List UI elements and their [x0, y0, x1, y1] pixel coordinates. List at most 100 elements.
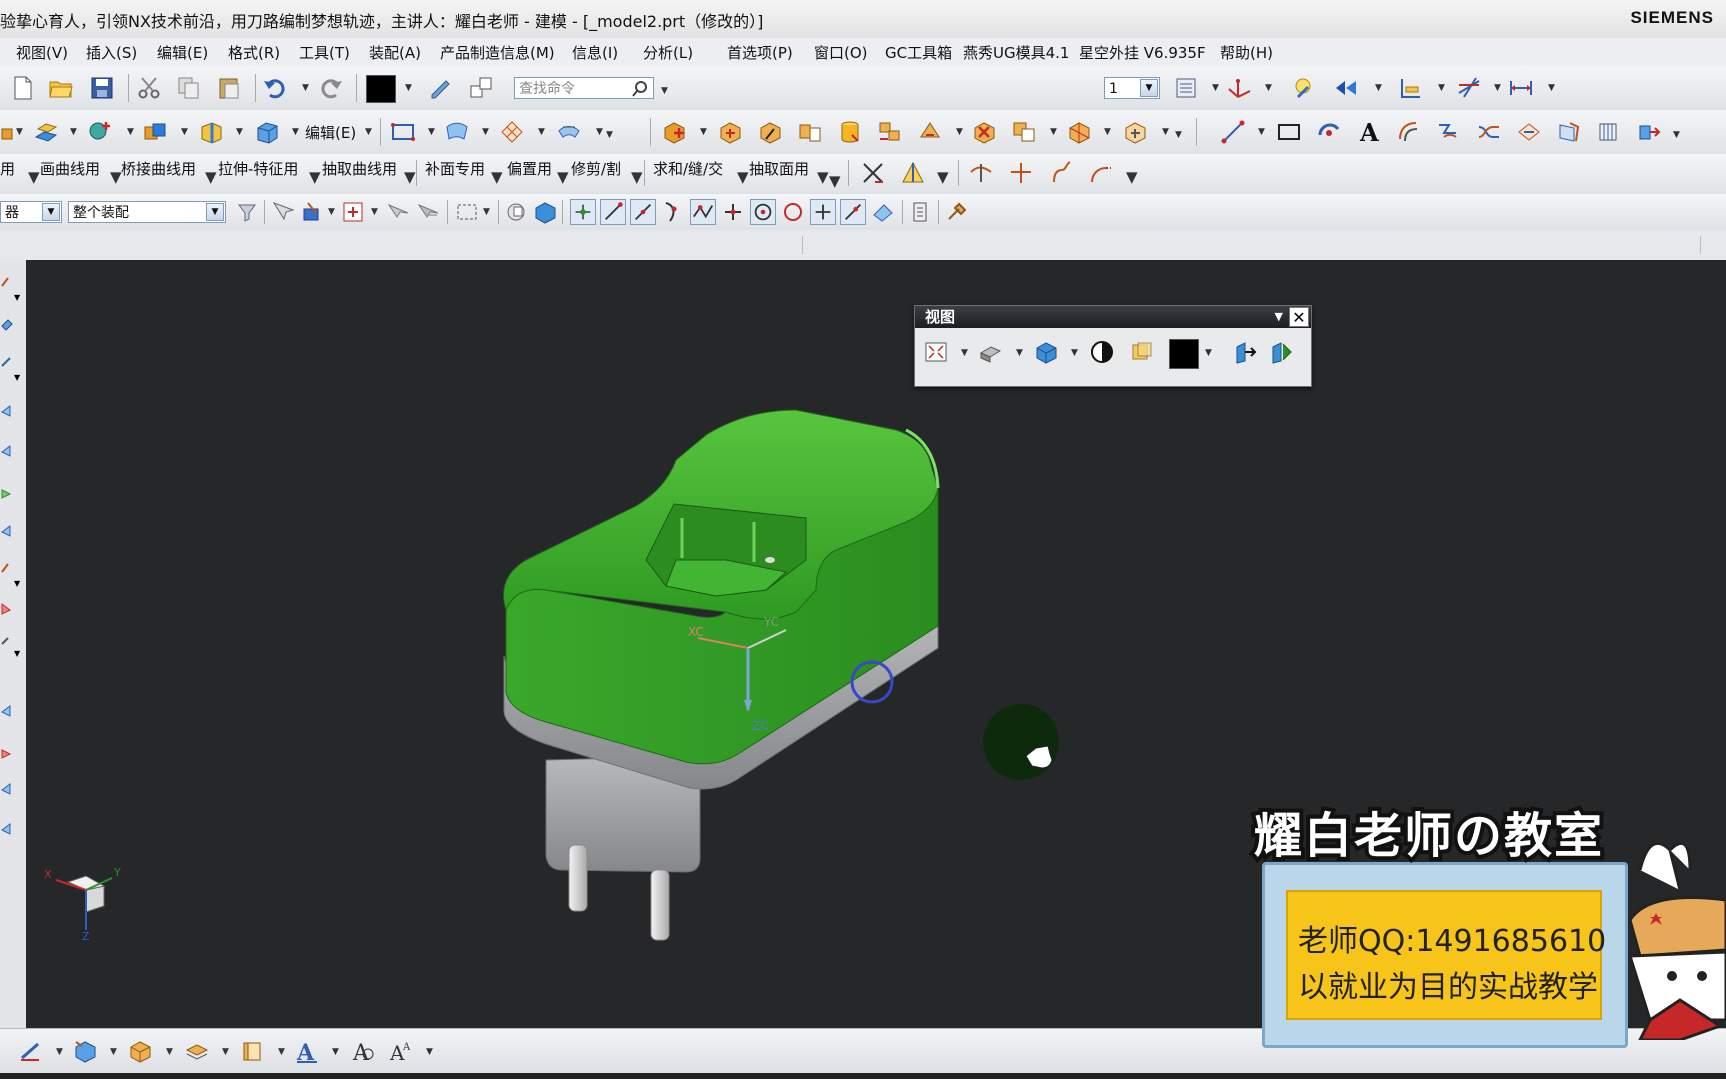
- shell-icon[interactable]: [198, 119, 224, 145]
- book-icon[interactable]: [240, 1038, 266, 1064]
- extract-curve-icon[interactable]: [1636, 119, 1662, 145]
- group-extract-curve-dropdown-arrow[interactable]: ▼: [404, 168, 416, 186]
- bridge-curve-icon[interactable]: [1476, 119, 1502, 145]
- group-patch-dropdown-arrow[interactable]: ▼: [491, 168, 503, 186]
- menu-help[interactable]: 帮助(H): [1220, 42, 1273, 63]
- close-button[interactable]: ✕: [1289, 307, 1309, 327]
- orientation-dropdown-arrow[interactable]: ▼: [1016, 348, 1023, 358]
- redo-icon[interactable]: [318, 75, 344, 101]
- copy-icon[interactable]: [176, 75, 202, 101]
- measure-dropdown-arrow[interactable]: ▼: [1438, 83, 1445, 93]
- clip-section-icon[interactable]: [1269, 339, 1295, 365]
- divide-curve-icon[interactable]: [1008, 160, 1034, 186]
- datum-dropdown-arrow[interactable]: ▼: [127, 127, 134, 137]
- group-unite-sew-intersect-menu[interactable]: 求和/缝/交: [653, 158, 723, 179]
- divide-face-icon[interactable]: [860, 160, 886, 186]
- curve-edit-dropdown-arrow[interactable]: ▼: [1126, 168, 1138, 186]
- arc-center-icon[interactable]: [720, 199, 746, 225]
- panel-options-arrow[interactable]: ▼: [1275, 306, 1283, 328]
- fillet-curve-icon[interactable]: [1048, 160, 1074, 186]
- point-on-face-icon[interactable]: [870, 199, 896, 225]
- group-offset-dropdown-arrow[interactable]: ▼: [557, 168, 569, 186]
- group-draw-curve-menu[interactable]: 画曲线用: [40, 158, 100, 179]
- toolbar2-overflow-arrow[interactable]: ▼: [606, 130, 613, 140]
- menu-insert[interactable]: 插入(S): [86, 42, 137, 63]
- group-bridge-curve-dropdown-arrow[interactable]: ▼: [205, 168, 217, 186]
- rectangle-icon[interactable]: [1276, 119, 1302, 145]
- menu-view[interactable]: 视图(V): [16, 42, 68, 63]
- chevron-down-icon[interactable]: ▼: [42, 203, 60, 221]
- snap-settings-icon[interactable]: [504, 199, 530, 225]
- mirror-assembly-icon[interactable]: [797, 119, 823, 145]
- add-component-dropdown-arrow[interactable]: ▼: [700, 127, 707, 137]
- dimension-dropdown-arrow[interactable]: ▼: [1548, 83, 1555, 93]
- sketch-dropdown-arrow[interactable]: ▼: [428, 127, 435, 137]
- group-unite-dropdown-arrow[interactable]: ▼: [737, 168, 749, 186]
- menu-edit[interactable]: 编辑(E): [157, 42, 208, 63]
- project-curve-icon[interactable]: [1436, 119, 1462, 145]
- search-dropdown-arrow[interactable]: ▼: [661, 86, 668, 96]
- layer-dropdown-arrow[interactable]: ▼: [1212, 83, 1219, 93]
- text-style-icon[interactable]: A: [294, 1038, 320, 1064]
- surface-icon[interactable]: [444, 119, 470, 145]
- explode-view-icon[interactable]: [1066, 119, 1092, 145]
- control-point-icon[interactable]: [660, 199, 686, 225]
- group-tools-menu[interactable]: 用: [0, 158, 15, 179]
- view-panel-header[interactable]: 视图 ▼ ✕: [915, 306, 1311, 328]
- orient-view-icon[interactable]: [127, 1038, 153, 1064]
- fit-view-icon[interactable]: [923, 339, 949, 365]
- unite-dropdown-arrow[interactable]: ▼: [181, 127, 188, 137]
- select-feature-icon[interactable]: [270, 199, 296, 225]
- sequence-icon[interactable]: [1122, 119, 1148, 145]
- text-icon[interactable]: A: [1356, 119, 1382, 145]
- command-search-input[interactable]: 查找命令: [514, 77, 654, 99]
- snap-options-icon[interactable]: [908, 199, 934, 225]
- shaded-with-edges-icon[interactable]: [1033, 339, 1059, 365]
- selection-scope-select[interactable]: 整个装配 ▼: [68, 201, 226, 223]
- replace-component-icon[interactable]: [1011, 119, 1037, 145]
- group-trim-split-menu[interactable]: 修剪/割: [571, 158, 621, 179]
- motion-dropdown-arrow[interactable]: ▼: [1375, 83, 1382, 93]
- text-style-dropdown-arrow[interactable]: ▼: [332, 1047, 339, 1057]
- background-color-swatch[interactable]: [1169, 339, 1199, 369]
- draft-dropdown-arrow[interactable]: ▼: [937, 168, 949, 186]
- menu-assembly[interactable]: 装配(A): [369, 42, 421, 63]
- rectangle-select-dropdown-arrow[interactable]: ▼: [483, 207, 490, 217]
- trim-curve-icon[interactable]: [968, 160, 994, 186]
- assembly-navigator-icon[interactable]: [72, 1038, 98, 1064]
- snap-point-icon[interactable]: [570, 199, 596, 225]
- menu-preferences[interactable]: 首选项(P): [727, 42, 793, 63]
- group-trim-dropdown-arrow[interactable]: ▼: [631, 168, 643, 186]
- work-layer-select[interactable]: 1 ▼: [1104, 77, 1160, 99]
- select-curve-dropdown-arrow[interactable]: ▼: [371, 207, 378, 217]
- quick-pick-icon[interactable]: [944, 199, 970, 225]
- left-toolbar-icons[interactable]: ▼ ▼ ▼ ▼: [0, 270, 26, 870]
- line-dropdown-arrow[interactable]: ▼: [1258, 127, 1265, 137]
- surface-dropdown-arrow[interactable]: ▼: [482, 127, 489, 137]
- cut-icon[interactable]: [136, 75, 162, 101]
- arc-icon[interactable]: [1316, 119, 1342, 145]
- replace-dropdown-arrow[interactable]: ▼: [1050, 127, 1057, 137]
- menu-analysis[interactable]: 分析(L): [643, 42, 693, 63]
- menu-format[interactable]: 格式(R): [228, 42, 280, 63]
- edit-object-display-icon[interactable]: [428, 75, 454, 101]
- layers-dropdown-arrow[interactable]: ▼: [222, 1047, 229, 1057]
- mesh-surface-icon[interactable]: [499, 119, 525, 145]
- line-icon[interactable]: [1220, 119, 1246, 145]
- edit-section-icon[interactable]: [1233, 339, 1259, 365]
- color-swatch-black[interactable]: [366, 75, 396, 103]
- offset-surface-icon[interactable]: [556, 119, 582, 145]
- select-component-icon[interactable]: [300, 199, 326, 225]
- font-size-dropdown-arrow[interactable]: ▼: [426, 1047, 433, 1057]
- shell-dropdown-arrow[interactable]: ▼: [236, 127, 243, 137]
- color-swatch-dropdown-arrow[interactable]: ▼: [1205, 348, 1212, 358]
- snap-solid-icon[interactable]: [532, 199, 558, 225]
- search-icon[interactable]: [631, 80, 649, 98]
- intersect-curve-icon[interactable]: [1516, 119, 1542, 145]
- intersection-point-icon[interactable]: [690, 199, 716, 225]
- select-body-icon[interactable]: [385, 199, 411, 225]
- assembly-nav-dropdown-arrow[interactable]: ▼: [110, 1047, 117, 1057]
- group-offset-menu[interactable]: 偏置用: [507, 158, 552, 179]
- color-dropdown-arrow[interactable]: ▼: [405, 83, 412, 93]
- pattern-component-icon[interactable]: [877, 119, 903, 145]
